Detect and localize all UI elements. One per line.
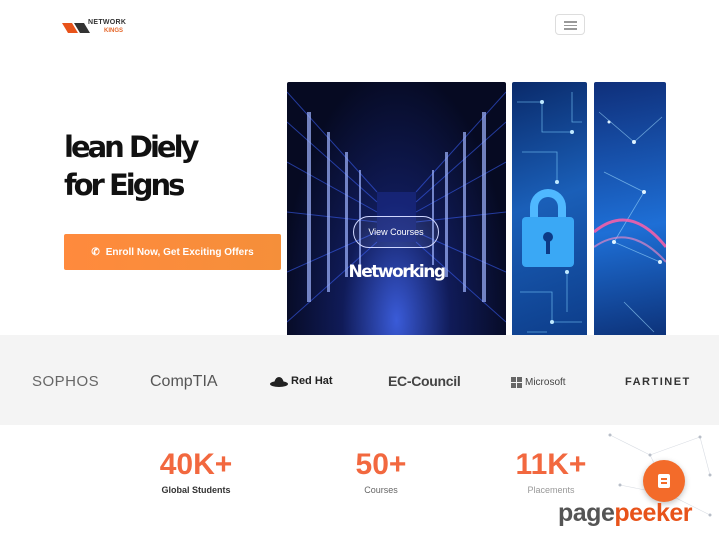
server-corridor-image [287,91,506,323]
partner-microsoft-logo: Microsoft [511,377,566,388]
stat-courses: 50+ Courses [311,447,451,495]
chat-button[interactable] [643,460,685,502]
enroll-now-label: Enroll Now, Get Exciting Offers [105,246,254,258]
security-course-card[interactable] [512,82,587,347]
view-courses-button[interactable]: View Courses [353,216,439,248]
stat-label: Courses [364,485,398,495]
logo-mark-icon [62,23,90,33]
microsoft-grid-icon [511,377,522,388]
stat-label: Global Students [161,485,231,495]
pagepeeker-watermark: pagepeeker [558,499,692,528]
logo-text: NETWORK [88,19,127,26]
stat-global-students: 40K+ Global Students [126,447,266,495]
menu-toggle-button[interactable] [555,14,585,35]
partner-comptia-logo: CompTIA [150,373,218,390]
partner-ec-council-logo: EC-Council [388,373,461,389]
logo-subtext: KINGS [104,28,124,34]
microsoft-label: Microsoft [525,377,566,388]
redhat-hat-icon [270,376,288,387]
phone-icon: ✆ [91,246,100,258]
site-logo[interactable]: NETWORK KINGS [62,18,142,40]
hero-heading-line1: lean Diely [64,130,199,164]
networking-course-card[interactable]: Networking [287,82,506,347]
watermark-part1: page [558,499,615,527]
watermark-part2: peeker [614,499,692,527]
network-abstract-image [594,111,666,333]
hero-heading-line2: for Eigns [64,168,185,202]
hamburger-icon [564,21,577,23]
enroll-now-button[interactable]: ✆ Enroll Now, Get Exciting Offers [64,234,281,270]
chat-icon [658,474,670,488]
partners-band: SOPHOS CompTIA Red Hat EC-Council Micros… [0,335,719,425]
partner-sophos-logo: SOPHOS [32,373,100,390]
hero-heading: lean Diely for Eigns [64,128,274,204]
partner-fortinet-logo: FARTINET [625,376,691,388]
stat-value: 50+ [355,448,407,481]
padlock-circuit-image [517,92,582,333]
redhat-label: Red Hat [291,375,333,387]
stat-value: 40K+ [159,448,233,481]
card-title: Networking [348,262,446,282]
cloud-course-card[interactable] [594,82,666,347]
partner-redhat-logo: Red Hat [270,375,333,387]
